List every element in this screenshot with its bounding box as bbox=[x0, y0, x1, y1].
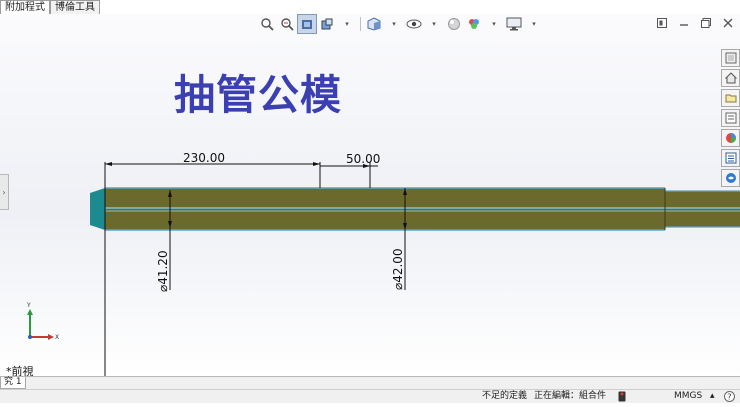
view-orientation-label: *前視 bbox=[6, 365, 34, 376]
svg-text:?: ? bbox=[727, 393, 731, 402]
triad-x-arrow bbox=[48, 334, 54, 340]
status-units[interactable]: MMGS bbox=[674, 390, 702, 403]
arrowhead bbox=[313, 162, 320, 166]
rebuild-indicator-icon[interactable] bbox=[618, 391, 626, 407]
dimension-text-50[interactable]: 50.00 bbox=[346, 152, 380, 166]
triad-y-arrow bbox=[27, 309, 33, 315]
status-under-defined: 不足的定義 bbox=[482, 391, 528, 401]
dimension-text-230[interactable]: 230.00 bbox=[183, 151, 225, 165]
graphics-area[interactable]: ▾ ▾ ▾ ▾ ▾ › 抽管公模 230.00 50.00 ⌀41.20 ⌀42… bbox=[0, 14, 740, 376]
triad-x-label: X bbox=[55, 334, 59, 341]
triad-y-label: Y bbox=[26, 302, 31, 309]
tab-study-1[interactable]: 究 1 bbox=[0, 377, 26, 389]
command-manager-tabs: 附加程式 博倫工具 bbox=[0, 0, 100, 14]
arrowhead bbox=[105, 162, 112, 166]
triad-origin bbox=[28, 335, 32, 339]
tab-addins[interactable]: 附加程式 bbox=[0, 0, 50, 14]
drawing-canvas: 230.00 50.00 ⌀41.20 ⌀42.00 Y X bbox=[26, 151, 740, 376]
part-chamfer[interactable] bbox=[90, 188, 105, 230]
diameter-text-42-00[interactable]: ⌀42.00 bbox=[391, 248, 405, 290]
part-extension[interactable] bbox=[665, 191, 740, 227]
model-tabs-bar: 究 1 bbox=[0, 376, 740, 389]
status-editing: 正在編輯：組合件 bbox=[534, 391, 607, 401]
tab-bolun-tools[interactable]: 博倫工具 bbox=[50, 0, 100, 14]
part-body[interactable] bbox=[105, 188, 665, 230]
diameter-text-41-20[interactable]: ⌀41.20 bbox=[156, 250, 170, 292]
help-icon[interactable]: ? bbox=[724, 391, 735, 407]
units-dropdown-icon[interactable]: ▴ bbox=[710, 390, 715, 403]
status-bar: 不足的定義 正在編輯：組合件 MMGS ▴ ? bbox=[0, 389, 740, 403]
